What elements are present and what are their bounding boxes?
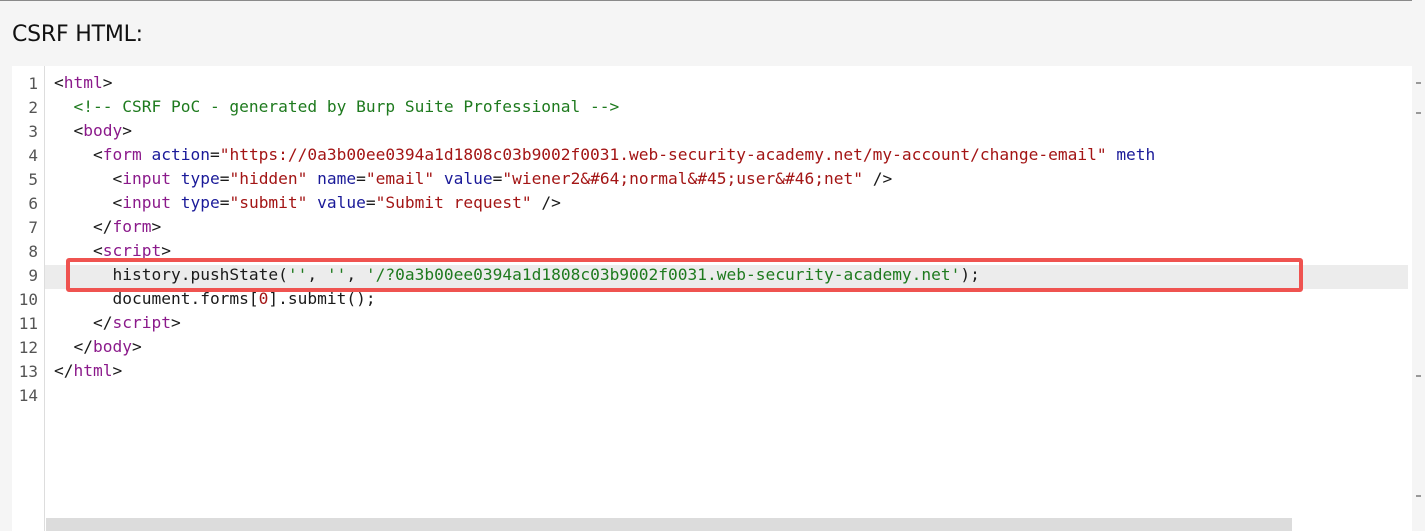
attr-name: meth (1116, 145, 1156, 164)
token: = (492, 169, 503, 188)
code-line-5: <input type="hidden" name="email" value=… (54, 167, 892, 191)
line-number-gutter: 1 2 3 4 5 6 7 8 9 10 11 12 13 14 (12, 66, 45, 531)
html-comment: <!-- CSRF PoC - generated by Burp Suite … (73, 97, 620, 116)
line-number: 13 (18, 362, 38, 381)
token: < (112, 169, 123, 188)
attr-value: "email" (365, 169, 435, 188)
token: = (356, 169, 366, 188)
line-number: 14 (18, 386, 38, 405)
line-number: 2 (28, 98, 38, 117)
tag-name: form (102, 145, 142, 164)
line-number: 6 (28, 194, 38, 213)
code-line-6: <input type="submit" value="Submit reque… (54, 191, 561, 215)
token: /> (862, 169, 893, 188)
token: < (54, 73, 64, 92)
line-number: 11 (18, 314, 38, 333)
attr-name: action (151, 145, 210, 164)
code-line-11: </script> (54, 311, 181, 335)
attr-name: type (180, 193, 220, 212)
tag-name: script (112, 313, 171, 332)
token: </ (73, 337, 94, 356)
section-title: CSRF HTML: (12, 22, 143, 47)
top-border (0, 0, 1425, 1)
scroll-marker (1416, 112, 1421, 114)
attr-value: "https://0a3b00ee0394a1d1808c03b9002f003… (219, 145, 1107, 164)
token: = (219, 169, 230, 188)
tag-name: body (93, 337, 132, 356)
token: > (102, 73, 113, 92)
token: < (73, 121, 84, 140)
line-number: 7 (28, 218, 38, 237)
code-line-2: <!-- CSRF PoC - generated by Burp Suite … (54, 95, 620, 119)
line-number: 3 (28, 122, 38, 141)
token: > (131, 337, 142, 356)
line-number: 9 (28, 266, 38, 285)
code-line-12: </body> (54, 335, 142, 359)
token: </ (92, 217, 113, 236)
token: > (170, 313, 181, 332)
token: = (365, 193, 376, 212)
code-line-4: <form action="https://0a3b00ee0394a1d180… (54, 143, 1155, 167)
code-line-3: <body> (54, 119, 132, 143)
code-editor[interactable]: 1 2 3 4 5 6 7 8 9 10 11 12 13 14 <html> … (12, 66, 1412, 531)
attr-name: value (317, 193, 366, 212)
token: > (122, 121, 132, 140)
line-number: 8 (28, 242, 38, 261)
attr-value: "wiener2&#64;normal&#45;user&#46;net" (502, 169, 863, 188)
tag-name: input (122, 193, 171, 212)
highlight-annotation-box (66, 258, 1303, 292)
token: /> (531, 193, 561, 212)
code-line-1: <html> (54, 71, 112, 95)
token: = (219, 193, 230, 212)
attr-name: name (317, 169, 357, 188)
token: > (112, 361, 123, 380)
code-line-7: </form> (54, 215, 161, 239)
token: > (151, 217, 162, 236)
token: </ (92, 313, 113, 332)
token: < (92, 145, 103, 164)
tag-name: html (73, 361, 113, 380)
attr-name: value (443, 169, 493, 188)
code-text-area[interactable]: <html> <!-- CSRF PoC - generated by Burp… (45, 66, 1412, 531)
tag-name: input (122, 169, 171, 188)
attr-value: "hidden" (229, 169, 308, 188)
vertical-scrollbar[interactable] (1412, 0, 1425, 531)
horizontal-scrollbar[interactable] (46, 518, 1292, 531)
token: < (112, 193, 123, 212)
attr-value: "submit" (229, 193, 308, 212)
line-number: 4 (28, 146, 38, 165)
token: = (209, 145, 220, 164)
line-number: 12 (18, 338, 38, 357)
scroll-marker (1416, 82, 1421, 84)
code-line-13: </html> (54, 359, 122, 383)
tag-name: form (112, 217, 152, 236)
scroll-marker (1416, 495, 1421, 497)
line-number: 5 (28, 170, 38, 189)
tag-name: body (83, 121, 123, 140)
line-number: 10 (18, 290, 38, 309)
attr-name: type (180, 169, 220, 188)
attr-value: "Submit request" (375, 193, 532, 212)
tag-name: html (63, 73, 103, 92)
scroll-marker (1416, 375, 1421, 377)
line-number: 1 (28, 74, 38, 93)
token: </ (54, 361, 74, 380)
